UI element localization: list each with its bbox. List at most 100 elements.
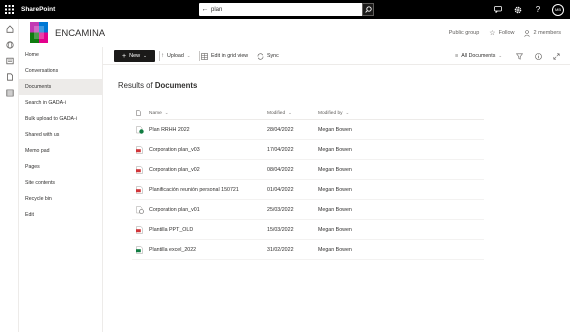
chevron-down-icon: ⌄ <box>288 110 292 115</box>
modified-date: 17/04/2022 <box>267 146 294 153</box>
person-icon <box>524 29 531 37</box>
view-label: All Documents <box>461 53 496 59</box>
upload-button[interactable]: ↑ Upload ⌄ <box>161 50 191 62</box>
table-row[interactable]: Planificación reunión personal 150721 01/… <box>132 180 484 200</box>
search-box[interactable]: ← plan <box>199 3 363 16</box>
file-name-link[interactable]: Plantilla PPT_OLD <box>149 227 259 233</box>
globe-icon[interactable] <box>0 37 19 53</box>
modified-date: 25/03/2022 <box>267 206 294 213</box>
upload-icon: ↑ <box>161 53 164 59</box>
table-row[interactable]: Corporation plan_v02 08/04/2022 Megan Bowe… <box>132 160 484 180</box>
sync-doc-icon <box>132 125 149 134</box>
search-button[interactable] <box>362 3 374 16</box>
avatar[interactable]: MB <box>552 3 564 16</box>
file-name-link[interactable]: Plan RRHH 2022 <box>149 127 259 133</box>
edit-grid-view-button[interactable]: Edit in grid view <box>201 50 248 62</box>
file-name-link[interactable]: Corporation plan_v02 <box>149 167 259 173</box>
plus-icon: + <box>122 52 127 60</box>
chevron-down-icon: ⌄ <box>498 53 503 58</box>
nav-item-site-contents[interactable]: Site contents <box>19 175 102 191</box>
modified-by[interactable]: Megan Bowen <box>318 227 398 233</box>
new-button[interactable]: + New ⌄ <box>114 50 155 62</box>
chevron-down-icon: ⌄ <box>186 53 191 58</box>
upload-label: Upload <box>167 53 184 59</box>
filter-button[interactable] <box>516 50 523 62</box>
results-prefix: Results of <box>118 81 153 90</box>
back-arrow-icon[interactable]: ← <box>199 6 211 13</box>
file-name-link[interactable]: Plantilla excel_2022 <box>149 247 259 253</box>
grid-label: Edit in grid view <box>211 53 249 59</box>
app-brand[interactable]: SharePoint <box>21 6 55 13</box>
table-row[interactable]: Plantilla PPT_OLD 15/03/2022 Megan Bowen <box>132 220 484 240</box>
sync-button[interactable]: Sync <box>257 50 279 62</box>
grid-icon <box>201 52 208 60</box>
table-row[interactable]: Corporation plan_v03 17/04/2022 Megan Bowe… <box>132 140 484 160</box>
nav-item-documents[interactable]: Documents <box>19 79 102 95</box>
site-logo[interactable] <box>30 22 48 43</box>
modified-by[interactable]: Megan Bowen <box>318 147 398 153</box>
nav-item-search-gada[interactable]: Search in GADA-i <box>19 95 102 111</box>
news-icon[interactable] <box>0 53 19 69</box>
chevron-down-icon: ⌄ <box>164 110 169 115</box>
modified-by[interactable]: Megan Bowen <box>318 127 398 133</box>
column-header-name[interactable]: Name ⌄ <box>149 110 259 116</box>
nav-item-conversations[interactable]: Conversations <box>19 63 102 79</box>
modified-by[interactable]: Megan Bowen <box>318 247 398 253</box>
help-icon[interactable]: ? <box>528 0 548 19</box>
star-icon: ☆ <box>489 30 496 37</box>
info-icon <box>535 52 542 60</box>
column-header-modified[interactable]: Modified ⌄ <box>259 110 318 116</box>
info-button[interactable] <box>535 50 542 62</box>
view-selector[interactable]: ≡ All Documents ⌄ <box>455 50 502 62</box>
table-row[interactable]: Corporation plan_v01 25/03/2022 Megan Bowe… <box>132 200 484 220</box>
expand-button[interactable] <box>553 50 560 62</box>
file-name-link[interactable]: Corporation plan_v03 <box>149 147 259 153</box>
home-icon[interactable] <box>0 21 19 37</box>
nav-item-bulk-upload[interactable]: Bulk upload to GADA-i <box>19 111 102 127</box>
name-header-label: Name <box>149 110 162 116</box>
pdf-icon <box>132 185 149 194</box>
settings-gear-icon[interactable] <box>508 0 528 19</box>
modified-date: 01/04/2022 <box>267 186 294 193</box>
follow-label: Follow <box>498 30 515 36</box>
group-type-label: Public group <box>448 30 480 36</box>
column-header-modified-by[interactable]: Modified by ⌄ <box>318 110 398 116</box>
modified-by[interactable]: Megan Bowen <box>318 207 398 213</box>
modified-by[interactable]: Megan Bowen <box>318 167 398 173</box>
follow-button[interactable]: ☆ Follow <box>489 29 514 37</box>
chat-icon[interactable] <box>488 0 508 19</box>
view-list-icon: ≡ <box>455 53 459 59</box>
excel-icon <box>132 245 149 254</box>
pdf-icon <box>132 145 149 154</box>
table-row[interactable]: Plan RRHH 2022 28/04/2022 Megan Bowen <box>132 120 484 140</box>
search-input[interactable]: plan <box>211 7 222 13</box>
app-launcher-icon[interactable] <box>0 0 19 19</box>
divider <box>159 51 160 61</box>
table-body: Plan RRHH 2022 28/04/2022 Megan Bowen Corpo… <box>132 120 484 260</box>
modified-by[interactable]: Megan Bowen <box>318 187 398 193</box>
table-row[interactable]: Plantilla excel_2022 31/02/2022 Megan Bowe… <box>132 240 484 260</box>
link-doc-icon <box>132 205 149 214</box>
document-icon <box>136 110 141 116</box>
app-bar <box>0 19 19 332</box>
nav-item-shared-with-us[interactable]: Shared with us <box>19 127 102 143</box>
nav-item-memo-pad[interactable]: Memo pad <box>19 143 102 159</box>
new-label: New <box>129 53 141 59</box>
search-icon <box>364 6 372 13</box>
site-title[interactable]: ENCAMINA <box>55 28 105 39</box>
expand-icon <box>553 53 560 59</box>
nav-item-recycle-bin[interactable]: Recycle bin <box>19 191 102 207</box>
nav-item-edit[interactable]: Edit <box>19 207 102 223</box>
results-library: Documents <box>154 81 198 90</box>
file-type-header[interactable] <box>132 110 149 116</box>
file-name-link[interactable]: Planificación reunión personal 150721 <box>149 187 259 193</box>
members-button[interactable]: 2 members <box>524 29 561 37</box>
lists-icon[interactable] <box>0 85 19 101</box>
sync-label: Sync <box>267 53 279 59</box>
account-avatar[interactable]: MB <box>548 0 568 19</box>
nav-item-pages[interactable]: Pages <box>19 159 102 175</box>
nav-item-home[interactable]: Home <box>19 47 102 63</box>
files-icon[interactable] <box>0 69 19 85</box>
file-name-link[interactable]: Corporation plan_v01 <box>149 207 259 213</box>
modified-date: 08/04/2022 <box>267 166 294 173</box>
